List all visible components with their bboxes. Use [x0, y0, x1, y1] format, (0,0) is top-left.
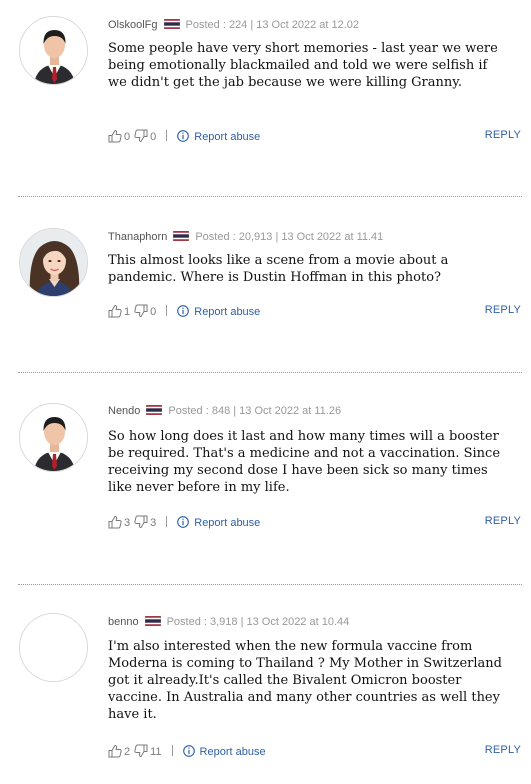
default-man-avatar-icon: [20, 404, 88, 472]
comment-actions: 1 0 Report abuse REPLY: [108, 304, 521, 320]
thumbs-down-icon[interactable]: [134, 744, 148, 758]
thumbs-down-icon[interactable]: [134, 129, 148, 143]
dislike-count: 0: [150, 306, 157, 318]
comment-meta: Nendo Posted : 848 | 13 Oct 2022 at 11.26: [108, 405, 341, 417]
report-abuse-link[interactable]: Report abuse: [194, 306, 260, 318]
like-count: 0: [124, 131, 131, 143]
comment-body: This almost looks like a scene from a mo…: [108, 253, 449, 285]
comment-meta: Thanaphorn Posted : 20,913 | 13 Oct 2022 …: [108, 231, 383, 243]
posted-info: Posted : 3,918 | 13 Oct 2022 at 10.44: [166, 616, 350, 628]
thumbs-up-icon[interactable]: [108, 129, 122, 143]
comment-divider: [18, 584, 522, 585]
reply-button[interactable]: REPLY: [485, 515, 521, 527]
like-count: 1: [124, 306, 131, 318]
username[interactable]: OlskoolFg: [108, 19, 158, 31]
comment-divider: [18, 372, 522, 373]
comment-actions: 3 3 Report abuse REPLY: [108, 515, 521, 531]
empty-avatar-icon: [20, 614, 87, 681]
report-abuse-link[interactable]: Report abuse: [194, 131, 260, 143]
info-icon[interactable]: [177, 305, 189, 317]
posted-info: Posted : 20,913 | 13 Oct 2022 at 11.41: [195, 231, 384, 243]
info-icon[interactable]: [177, 130, 189, 142]
avatar[interactable]: [19, 403, 88, 472]
thumbs-up-icon[interactable]: [108, 515, 122, 529]
posted-info: Posted : 224 | 13 Oct 2022 at 12.02: [185, 19, 360, 31]
divider: [166, 305, 168, 316]
thailand-flag-icon: [145, 616, 161, 626]
divider: [171, 745, 173, 756]
username[interactable]: Thanaphorn: [108, 231, 167, 243]
comment-actions: 0 0 Report abuse REPLY: [108, 129, 521, 145]
username[interactable]: benno: [108, 616, 139, 628]
dislike-count: 0: [150, 131, 157, 143]
reply-button[interactable]: REPLY: [485, 744, 521, 756]
reply-button[interactable]: REPLY: [485, 304, 521, 316]
avatar[interactable]: [19, 16, 88, 85]
default-man-avatar-icon: [20, 17, 88, 85]
thailand-flag-icon: [173, 231, 189, 241]
reply-button[interactable]: REPLY: [485, 129, 521, 141]
report-abuse-link[interactable]: Report abuse: [200, 746, 266, 758]
thumbs-up-icon[interactable]: [108, 744, 122, 758]
comment-body: So how long does it last and how many ti…: [108, 429, 501, 495]
comment-body: Some people have very short memories - l…: [108, 41, 498, 90]
avatar[interactable]: [19, 228, 88, 297]
report-abuse-link[interactable]: Report abuse: [194, 517, 260, 529]
comment-divider: [18, 196, 522, 197]
thailand-flag-icon: [146, 405, 162, 415]
thumbs-down-icon[interactable]: [134, 304, 148, 318]
comment-meta: benno Posted : 3,918 | 13 Oct 2022 at 10.…: [108, 616, 349, 628]
thailand-flag-icon: [164, 19, 180, 29]
dislike-count: 3: [150, 517, 157, 529]
divider: [166, 516, 168, 527]
divider: [166, 130, 168, 141]
comment-actions: 2 11 Report abuse REPLY: [108, 744, 521, 760]
like-count: 3: [124, 517, 131, 529]
dislike-count: 11: [150, 746, 162, 758]
woman-photo-avatar-icon: [20, 229, 88, 297]
posted-info: Posted : 848 | 13 Oct 2022 at 11.26: [168, 405, 342, 417]
comment-meta: OlskoolFg Posted : 224 | 13 Oct 2022 at 1…: [108, 19, 359, 31]
comment-body: I'm also interested when the new formula…: [108, 639, 502, 722]
like-count: 2: [124, 746, 131, 758]
username[interactable]: Nendo: [108, 405, 140, 417]
info-icon[interactable]: [183, 745, 195, 757]
thumbs-up-icon[interactable]: [108, 304, 122, 318]
thumbs-down-icon[interactable]: [134, 515, 148, 529]
avatar[interactable]: [19, 613, 88, 682]
info-icon[interactable]: [177, 516, 189, 528]
